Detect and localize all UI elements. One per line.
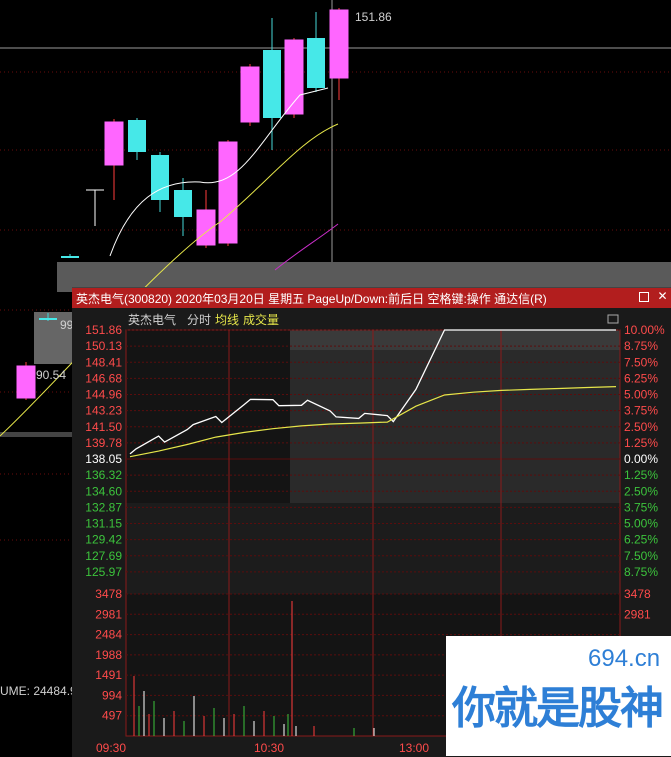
pct-axis-label: 0.00% [624,452,658,466]
bg-candle-body [61,256,79,258]
vol-axis-label: 1988 [95,648,122,662]
upper-band [290,330,620,350]
price-axis-label: 139.78 [85,436,122,450]
bg-candle-body [174,190,192,217]
pct-axis-label: 8.75% [624,565,658,579]
bg-candle-body [263,50,281,118]
price-axis-label: 125.97 [85,565,122,579]
pct-axis-label: 5.00% [624,388,658,402]
bg-panel-bar [0,432,72,437]
time-axis-label: 13:00 [399,741,429,755]
bg-candle-body [16,365,36,399]
watermark-slogan: 你就是股神 [452,683,664,734]
pct-axis-label: 10.00% [624,323,665,337]
vol-axis-label: 2484 [95,628,122,642]
bg-candle-body [240,66,260,123]
bg-candle-body [307,38,325,88]
price-axis-label: 150.13 [85,339,122,353]
vol-axis-label-right: 2981 [624,607,651,621]
vol-axis-label: 3478 [95,587,122,601]
vol-axis-label-right: 3478 [624,587,651,601]
price-axis-label: 148.41 [85,355,122,369]
pct-axis-label: 2.50% [624,420,658,434]
pct-axis-label: 3.75% [624,404,658,418]
pct-axis-label: 8.75% [624,339,658,353]
price-axis-label: 141.50 [85,420,122,434]
pct-axis-label: 1.25% [624,468,658,482]
price-axis-label: 146.68 [85,371,122,385]
bg-candle-body [284,39,304,115]
bg-candle-body [218,141,238,244]
pct-axis-label: 7.50% [624,549,658,563]
pct-axis-label: 7.50% [624,355,658,369]
vol-axis-label: 497 [102,709,122,723]
last-price-label: 151.86 [355,10,392,24]
price-axis-label: 136.32 [85,468,122,482]
bg-candle-body [329,9,349,79]
vol-axis-label: 2981 [95,607,122,621]
watermark-site: 694.cn [588,645,661,672]
price-axis-label: 134.60 [85,484,122,498]
bg-candle-body [104,121,124,166]
time-axis-label: 10:30 [254,741,284,755]
ref-price-label-2: 90.54 [36,368,67,382]
pct-axis-label: 2.50% [624,484,658,498]
price-axis-label: 144.96 [85,388,122,402]
pct-axis-label: 6.25% [624,533,658,547]
price-axis-label: 129.42 [85,533,122,547]
time-axis-label: 09:30 [96,741,126,755]
vol-axis-label: 994 [102,688,122,702]
tabs-toggle-icon [607,314,619,324]
pct-axis-label: 1.25% [624,436,658,450]
bg-candle-body [39,318,57,320]
price-axis-label: 127.69 [85,549,122,563]
price-axis-label: 131.15 [85,517,122,531]
price-axis-label: 138.05 [85,452,122,466]
vol-axis-label: 1491 [95,668,122,682]
price-axis-label: 151.86 [85,323,122,337]
pct-axis-label: 6.25% [624,371,658,385]
volume-label: UME: 24484.9 [0,684,77,698]
price-axis-label: 143.23 [85,404,122,418]
bg-candle-body [128,120,146,152]
price-axis-label: 132.87 [85,500,122,514]
pct-axis-label: 3.75% [624,500,658,514]
pct-axis-label: 5.00% [624,517,658,531]
